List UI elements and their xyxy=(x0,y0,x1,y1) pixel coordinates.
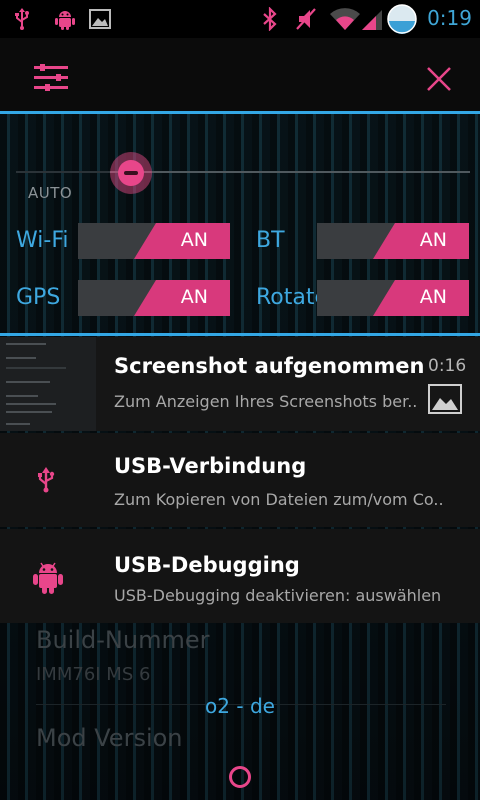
mod-version-label: Mod Version xyxy=(36,724,183,752)
build-number-label: Build-Nummer xyxy=(36,626,210,654)
notification-screenshot[interactable]: Screenshot aufgenommen Zum Anzeigen Ihre… xyxy=(0,337,480,431)
wifi-toggle[interactable]: AN xyxy=(78,223,230,259)
rotate-toggle-state: AN xyxy=(419,286,447,308)
bluetooth-icon xyxy=(258,7,282,31)
drag-handle[interactable] xyxy=(229,766,251,788)
header-divider xyxy=(0,111,480,114)
notification-text: USB-Debugging deaktivieren: auswählen xyxy=(114,586,442,605)
image-icon xyxy=(88,7,112,31)
rotate-toggle[interactable]: AN xyxy=(317,280,469,316)
gps-toggle[interactable]: AN xyxy=(78,280,230,316)
signal-icon xyxy=(360,7,384,31)
vibrate-off-icon xyxy=(292,7,320,31)
brightness-slider[interactable] xyxy=(110,171,470,173)
carrier-label: o2 - de xyxy=(205,694,275,718)
notification-usb-debugging[interactable]: USB-Debugging USB-Debugging deaktivieren… xyxy=(0,529,480,623)
notification-title: USB-Verbindung xyxy=(114,454,307,478)
brightness-slider-thumb[interactable] xyxy=(110,152,152,194)
usb-icon xyxy=(10,7,34,31)
settings-sliders-icon[interactable] xyxy=(34,64,70,92)
build-number-value: IMM76I MS 6 xyxy=(36,664,151,685)
toggle-label-wifi: Wi-Fi xyxy=(16,228,69,253)
panel-divider xyxy=(0,333,480,336)
screenshot-thumbnail xyxy=(0,337,96,431)
notification-text: Zum Anzeigen Ihres Screenshots ber.. xyxy=(114,392,418,411)
wifi-toggle-state: AN xyxy=(180,229,208,251)
android-debug-icon xyxy=(52,7,78,31)
auto-brightness-label[interactable]: AUTO xyxy=(28,184,72,202)
bt-toggle[interactable]: AN xyxy=(317,223,469,259)
close-icon[interactable] xyxy=(426,66,452,92)
brightness-track-left xyxy=(16,171,110,173)
notification-usb-connection[interactable]: USB-Verbindung Zum Kopieren von Dateien … xyxy=(0,433,480,527)
notification-text: Zum Kopieren von Dateien zum/vom Co.. xyxy=(114,490,444,509)
notification-time: 0:16 xyxy=(428,356,467,376)
clock: 0:19 xyxy=(427,6,472,30)
bt-toggle-state: AN xyxy=(419,229,447,251)
notification-title: Screenshot aufgenommen xyxy=(114,354,425,378)
toggle-label-bt: BT xyxy=(256,228,285,253)
gps-toggle-state: AN xyxy=(180,286,208,308)
image-icon xyxy=(428,384,462,414)
notification-title: USB-Debugging xyxy=(114,553,300,577)
wifi-icon xyxy=(328,7,362,31)
android-icon xyxy=(32,559,64,595)
battery-icon xyxy=(386,3,418,35)
status-bar: 0:19 xyxy=(0,0,480,38)
notification-header xyxy=(0,38,480,112)
usb-icon xyxy=(37,467,57,495)
toggle-label-gps: GPS xyxy=(16,285,61,310)
